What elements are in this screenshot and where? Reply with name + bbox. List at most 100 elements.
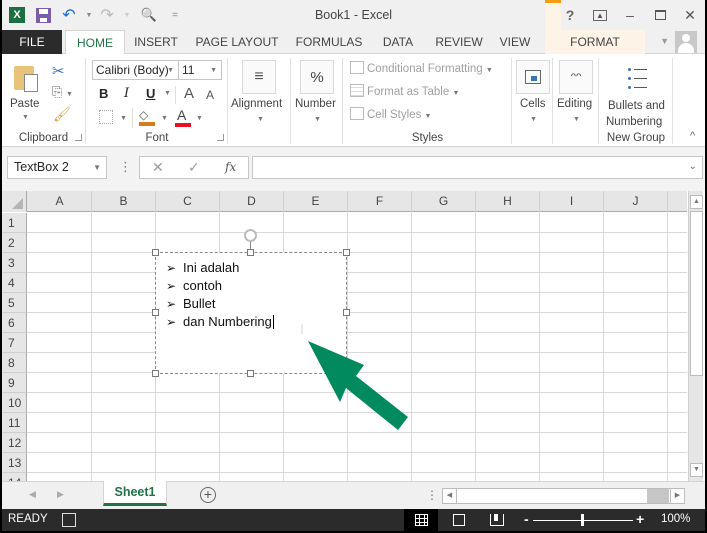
ribbon: Paste ▼ ✂ ⎘ ▼ 🖌 Clipboard Calibri (Body)… <box>2 54 705 147</box>
group-clipboard: Paste ▼ ✂ ⎘ ▼ 🖌 Clipboard <box>2 58 86 144</box>
worksheet-grid[interactable]: ABCDEFGHIJ 1234567891011121314 ▲ ▼ ➢Ini … <box>2 191 705 493</box>
normal-view-icon <box>414 514 428 526</box>
formula-bar-splitter[interactable]: ⋮ <box>119 159 132 175</box>
help-button[interactable]: ? <box>555 0 585 30</box>
fill-color-button[interactable]: ◇ <box>139 108 155 126</box>
tab-page-layout[interactable]: PAGE LAYOUT <box>192 30 282 54</box>
next-sheet-icon[interactable]: ▶ <box>57 489 64 500</box>
tab-view[interactable]: VIEW <box>497 30 533 54</box>
format-as-table-button[interactable]: Format as Table ▼ <box>350 84 459 98</box>
maximize-button[interactable] <box>645 0 675 30</box>
copy-icon[interactable]: ⎘ ▼ <box>52 84 73 100</box>
sheet-tab-bar: ◀ ▶ Sheet1 + ⋮ ◀ ▶ <box>2 481 705 509</box>
close-button[interactable]: ✕ <box>675 0 705 30</box>
cancel-icon[interactable]: ✕ <box>152 159 164 176</box>
horizontal-scroll-track[interactable] <box>647 489 669 503</box>
underline-button[interactable]: U <box>146 86 155 101</box>
fill-color-dropdown-icon[interactable]: ▼ <box>161 115 168 122</box>
font-color-glyph: A <box>177 107 187 123</box>
excel-window: X ↶ ▼ ↷ ▼ 🔍 = Book1 - Excel ? ▲ – ✕ FILE… <box>2 0 705 531</box>
bold-button[interactable]: B <box>99 86 108 101</box>
tab-file[interactable]: FILE <box>2 30 62 54</box>
status-bar: READY - + 100% <box>2 509 705 531</box>
tab-data[interactable]: DATA <box>378 30 418 54</box>
zoom-in-button[interactable]: + <box>636 511 644 527</box>
zoom-slider-thumb[interactable] <box>581 514 584 526</box>
font-group-label: Font <box>145 132 169 144</box>
font-name-combo[interactable]: Calibri (Body) ▼ <box>92 60 179 80</box>
bullets-icon <box>628 68 648 92</box>
tab-split-handle[interactable]: ⋮ <box>426 488 438 502</box>
cell-styles-icon <box>350 107 364 120</box>
binoculars-icon: ᵔᵔ <box>559 60 593 94</box>
scroll-left-button[interactable]: ◀ <box>443 489 457 503</box>
number-icon: % <box>300 60 334 94</box>
font-color-dropdown-icon[interactable]: ▼ <box>196 115 203 122</box>
shrink-font-button[interactable]: A <box>206 88 214 102</box>
grow-font-button[interactable]: A <box>184 85 194 102</box>
formula-input[interactable]: ⌄ <box>252 156 703 179</box>
page-break-preview-button[interactable] <box>480 509 514 531</box>
font-size-dropdown-icon[interactable]: ▼ <box>210 62 217 80</box>
zoom-level[interactable]: 100% <box>661 513 690 525</box>
font-color-swatch <box>175 123 191 127</box>
normal-view-button[interactable] <box>404 509 438 531</box>
cell-styles-button[interactable]: Cell Styles ▼ <box>350 107 431 121</box>
bullets-and-numbering-button[interactable]: Bullets and Numbering <box>600 58 673 128</box>
cells-dropdown-icon: ▼ <box>530 116 537 123</box>
font-dialog-launcher[interactable] <box>217 134 224 141</box>
tab-review[interactable]: REVIEW <box>431 30 487 54</box>
paste-button[interactable]: Paste ▼ <box>8 60 44 124</box>
enter-icon[interactable]: ✓ <box>188 159 200 176</box>
insert-function-icon[interactable]: fx <box>225 160 236 174</box>
account-dropdown-icon[interactable]: ▼ <box>660 36 669 46</box>
ribbon-display-options-button[interactable]: ▲ <box>585 0 615 30</box>
minimize-button[interactable]: – <box>615 0 645 30</box>
collapse-ribbon-button[interactable]: ^ <box>690 130 695 142</box>
font-name-value: Calibri (Body) <box>96 63 169 77</box>
bullets-label-line1: Bullets and <box>608 100 665 112</box>
cut-icon[interactable]: ✂ <box>52 62 65 80</box>
status-mode: READY <box>8 513 48 525</box>
prev-sheet-icon[interactable]: ◀ <box>29 489 36 500</box>
group-cells[interactable]: Cells ▼ <box>513 58 553 144</box>
borders-dropdown-icon[interactable]: ▼ <box>120 115 127 122</box>
group-alignment[interactable]: ≡ Alignment ▼ <box>229 58 291 144</box>
tab-formulas[interactable]: FORMULAS <box>293 30 365 54</box>
format-painter-icon[interactable]: 🖌 <box>53 106 71 123</box>
tab-insert[interactable]: INSERT <box>130 30 182 54</box>
tab-home[interactable]: HOME <box>65 30 125 55</box>
user-avatar[interactable] <box>675 31 697 53</box>
zoom-out-button[interactable]: - <box>524 511 529 527</box>
new-group-label: New Group <box>606 132 666 144</box>
name-box[interactable]: TextBox 2 ▼ <box>7 156 107 179</box>
italic-button[interactable]: I <box>124 86 129 101</box>
macro-recording-icon[interactable] <box>62 513 76 527</box>
group-new-group: Bullets and Numbering New Group <box>600 58 673 144</box>
paste-label: Paste <box>10 98 40 110</box>
conditional-formatting-icon <box>350 61 364 74</box>
expand-formula-bar-icon[interactable]: ⌄ <box>689 161 697 172</box>
horizontal-scrollbar[interactable]: ◀ ▶ <box>442 488 685 504</box>
ribbon-display-icon: ▲ <box>593 9 607 21</box>
group-editing[interactable]: ᵔᵔ Editing ▼ <box>554 58 599 144</box>
name-box-dropdown-icon[interactable]: ▼ <box>93 157 101 178</box>
underline-dropdown-icon[interactable]: ▼ <box>164 90 171 97</box>
editing-label: Editing <box>557 98 593 110</box>
scroll-right-button[interactable]: ▶ <box>670 489 684 503</box>
maximize-icon <box>654 10 666 20</box>
tab-format[interactable]: FORMAT <box>545 30 645 54</box>
font-size-combo[interactable]: 11 ▼ <box>178 60 222 80</box>
title-bar: X ↶ ▼ ↷ ▼ 🔍 = Book1 - Excel ? ▲ – ✕ <box>2 0 705 30</box>
font-color-button[interactable]: A <box>175 107 191 127</box>
page-layout-view-button[interactable] <box>442 509 476 531</box>
group-number[interactable]: % Number ▼ <box>292 58 343 144</box>
sheet-tab[interactable]: Sheet1 <box>103 481 167 506</box>
conditional-formatting-button[interactable]: Conditional Formatting ▼ <box>350 61 493 75</box>
borders-button[interactable] <box>99 110 113 124</box>
page-layout-icon <box>453 514 465 526</box>
clipboard-dialog-launcher[interactable] <box>75 134 82 141</box>
divider <box>132 108 133 128</box>
new-sheet-button[interactable]: + <box>200 487 216 503</box>
font-name-dropdown-icon[interactable]: ▼ <box>167 62 174 80</box>
